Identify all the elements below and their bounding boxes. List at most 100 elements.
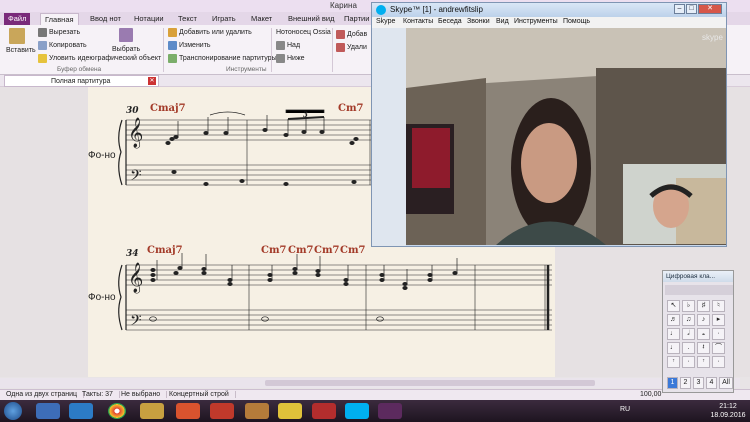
instrument-name[interactable]: Фо-но (88, 292, 116, 303)
clock[interactable]: 21:12 18.09.2016 (706, 402, 750, 420)
keypad-tab-all[interactable]: All (719, 377, 733, 389)
language-indicator[interactable]: RU (620, 406, 630, 413)
tab-appearance[interactable]: Внешний вид (284, 13, 339, 25)
menu-tools[interactable]: Инструменты (514, 18, 558, 25)
chord-symbol[interactable]: Cm7 (338, 103, 364, 114)
keypad-key[interactable]: ♩ (667, 328, 680, 340)
add-instrument-icon (168, 28, 177, 37)
keypad-key[interactable]: ♮ (712, 300, 725, 312)
tab-full-score[interactable]: Полная партитура ✕ (4, 75, 159, 87)
menu-skype[interactable]: Skype (376, 18, 395, 25)
chord-symbol[interactable]: Cm7 (288, 245, 314, 256)
paste-button[interactable]: Вставить (6, 46, 36, 55)
keypad-key[interactable]: · (712, 328, 725, 340)
video-call-view[interactable]: skype (406, 28, 726, 245)
keypad-key[interactable]: ♩ (667, 342, 680, 354)
tab-parts[interactable]: Партии (340, 13, 373, 25)
separator (271, 28, 272, 72)
folder-icon[interactable] (278, 403, 302, 419)
menu-view[interactable]: Вид (496, 18, 509, 25)
app-icon[interactable] (140, 403, 164, 419)
menu-conversation[interactable]: Беседа (438, 18, 462, 25)
capture-idea-button[interactable]: Уловить идею (49, 54, 95, 63)
transpose-score-button[interactable]: Транспонирование партитуры (179, 54, 277, 63)
tab-text[interactable]: Текст (174, 13, 201, 25)
skype-taskbar-icon[interactable] (345, 403, 369, 419)
add-bar-button[interactable]: Добав (347, 30, 367, 39)
skype-sidebar (372, 28, 406, 246)
instruments-group-label: Инструменты (226, 66, 267, 73)
keypad-key[interactable]: . (682, 342, 695, 354)
ossia-label: Нотоносец Ossia (276, 29, 331, 36)
window-title: Карина (330, 1, 357, 10)
maximize-icon[interactable]: □ (686, 4, 697, 14)
tab-home[interactable]: Главная (40, 13, 79, 25)
select-button[interactable]: Выбрать (112, 45, 140, 54)
keypad-key[interactable]: 𝄽 (697, 342, 710, 354)
tab-note-input[interactable]: Ввод нот (86, 13, 125, 25)
menu-calls[interactable]: Звонки (467, 18, 490, 25)
keypad-key[interactable]: ♬ (667, 314, 680, 326)
treble-clef-icon: 𝄞 (128, 117, 143, 149)
graphic-object-label[interactable]: графический объект (95, 54, 161, 63)
keypad-tab-1[interactable]: 1 (667, 377, 678, 389)
tab-file[interactable]: Файл (4, 13, 31, 25)
media-player-icon[interactable] (69, 403, 93, 419)
explorer-icon[interactable] (36, 403, 60, 419)
copy-button[interactable]: Копировать (49, 41, 87, 50)
bar-number: 34 (126, 249, 139, 259)
app-icon[interactable] (245, 403, 269, 419)
keypad-key[interactable]: ♪ (697, 314, 710, 326)
chord-symbol[interactable]: Cm7 (261, 245, 287, 256)
tab-layout[interactable]: Макет (247, 13, 276, 25)
chord-symbol[interactable]: Cm7 (340, 245, 366, 256)
menu-contacts[interactable]: Контакты (403, 18, 433, 25)
scrollbar-thumb[interactable] (265, 380, 595, 386)
tab-full-score-label: Полная партитура (51, 78, 111, 85)
keypad-key[interactable]: ♯ (697, 300, 710, 312)
sibelius-taskbar-icon[interactable] (378, 403, 402, 419)
keypad-key[interactable]: · (682, 356, 695, 368)
copy-icon (38, 41, 47, 50)
chord-symbol[interactable]: Cmaj7 (150, 103, 186, 114)
ossia-above-button[interactable]: Над (287, 41, 300, 50)
minimize-icon[interactable]: – (674, 4, 685, 14)
app-icon[interactable] (176, 403, 200, 419)
keypad-key[interactable]: ↖ (667, 300, 680, 312)
change-button[interactable]: Изменить (179, 41, 211, 50)
keypad-key[interactable]: 𝄾 (697, 356, 710, 368)
keypad-key[interactable]: ♭ (682, 300, 695, 312)
keypad-window: Цифровая кла... ↖ ♭ ♯ ♮ ♬ ♫ ♪ ▸ ♩ 𝅗𝅥 𝅝 ·… (662, 270, 734, 393)
keypad-key[interactable]: ▸ (712, 314, 725, 326)
keypad-key[interactable]: 𝅝 (697, 328, 710, 340)
keypad-tab-2[interactable]: 2 (680, 377, 691, 389)
chord-symbol[interactable]: Cmaj7 (147, 245, 183, 256)
keypad-key[interactable]: 𝅗𝅥 (682, 328, 695, 340)
tab-play[interactable]: Играть (208, 13, 240, 25)
delete-bar-button[interactable]: Удали (347, 43, 367, 52)
status-selection: Не выбрано (121, 391, 168, 398)
keypad-key[interactable]: ♫ (682, 314, 695, 326)
cut-button[interactable]: Вырезать (49, 28, 80, 37)
ossia-below-button[interactable]: Ниже (287, 54, 305, 63)
close-icon[interactable]: ✕ (698, 4, 722, 14)
start-button-icon[interactable] (4, 402, 22, 420)
keypad-key[interactable]: 𝄾 (667, 356, 680, 368)
keypad-tab-3[interactable]: 3 (693, 377, 704, 389)
keypad-tab-4[interactable]: 4 (706, 377, 717, 389)
app-icon[interactable] (210, 403, 234, 419)
delete-bar-icon (336, 43, 345, 52)
instrument-name[interactable]: Фо-но (88, 150, 116, 161)
skype-window: Skype™ [1] - andrewfitslip – □ ✕ Skype К… (371, 2, 727, 247)
menu-help[interactable]: Помощь (563, 18, 590, 25)
close-icon[interactable]: ✕ (148, 77, 156, 85)
keypad-layout-bar[interactable] (665, 285, 733, 295)
chord-symbol[interactable]: Cm7 (314, 245, 340, 256)
pdf-icon[interactable] (312, 403, 336, 419)
add-remove-button[interactable]: Добавить или удалить (179, 28, 252, 37)
chrome-icon[interactable] (108, 403, 126, 419)
add-bar-icon (336, 30, 345, 39)
keypad-key[interactable]: · (712, 356, 725, 368)
tab-notations[interactable]: Нотации (130, 13, 168, 25)
keypad-key[interactable]: ⌒ (712, 342, 725, 354)
